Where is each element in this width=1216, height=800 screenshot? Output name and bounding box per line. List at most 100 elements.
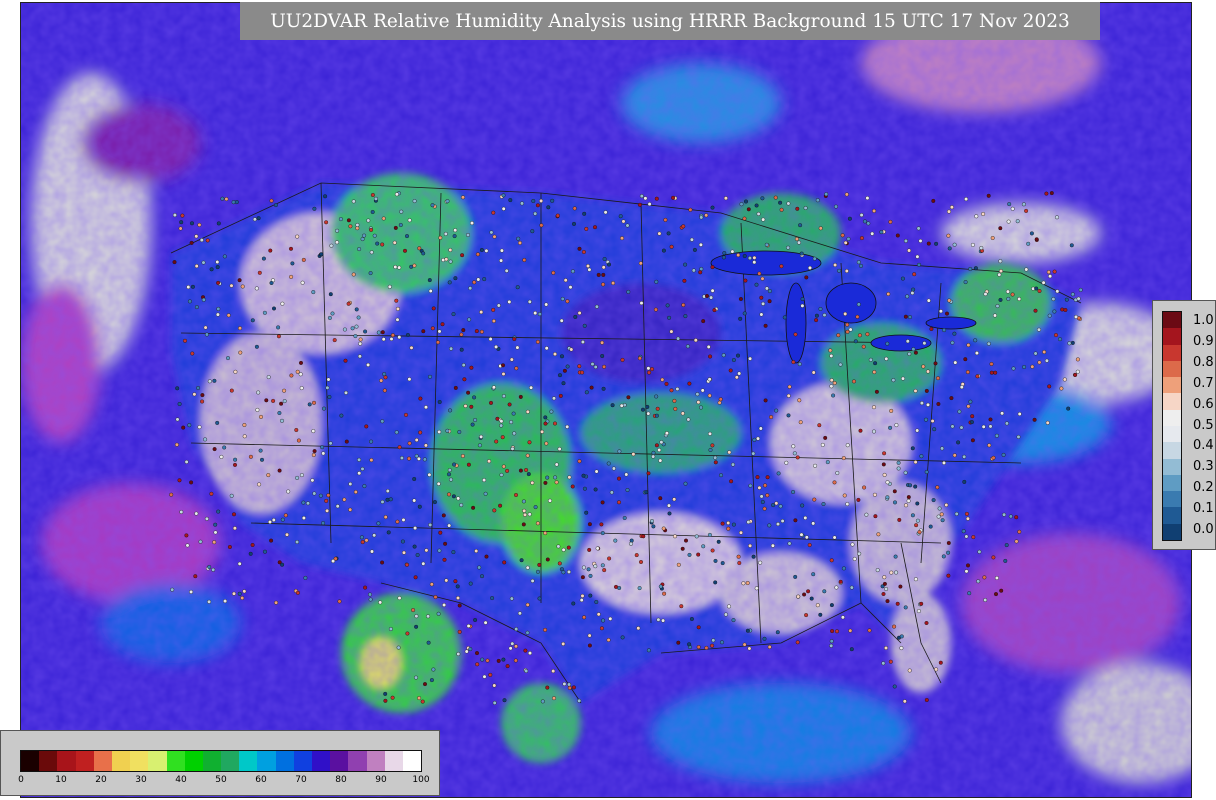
station-dot (870, 231, 875, 236)
station-dot (983, 292, 988, 297)
station-dot (698, 242, 703, 247)
station-dot (804, 613, 809, 618)
station-dot (949, 205, 954, 210)
station-dot (475, 651, 480, 656)
station-dot (748, 356, 753, 361)
station-dot (348, 507, 353, 512)
station-dot (928, 524, 933, 529)
station-dot (428, 289, 433, 294)
station-dot (460, 454, 465, 459)
station-dot (867, 628, 872, 633)
station-dot (888, 219, 893, 224)
station-dot (505, 468, 510, 473)
station-dot (366, 218, 371, 223)
station-dot (351, 272, 356, 277)
station-dot (393, 265, 398, 270)
station-dot (269, 538, 274, 543)
station-dot (916, 609, 921, 614)
station-dot (818, 307, 823, 312)
station-dot (186, 285, 191, 290)
station-dot (298, 372, 303, 377)
station-dot (460, 253, 465, 258)
station-dot (301, 257, 306, 262)
station-dot (708, 431, 713, 436)
station-dot (535, 203, 540, 208)
station-dot (651, 450, 656, 455)
station-dot (600, 563, 605, 568)
station-dot (529, 385, 534, 390)
station-dot (312, 449, 317, 454)
station-dot (650, 367, 655, 372)
station-dot (565, 364, 570, 369)
station-dot (242, 434, 247, 439)
station-dot (492, 508, 497, 513)
obs-colorbar-tick-label: 0.4 (1193, 438, 1214, 454)
station-dot (386, 530, 391, 535)
station-dot (537, 562, 542, 567)
station-dot (557, 561, 562, 566)
station-dot (353, 490, 358, 495)
station-dot (588, 593, 593, 598)
station-dot (600, 500, 605, 505)
station-dot (301, 500, 306, 505)
relative-humidity-colorbar: 0 10 20 30 40 50 60 70 80 90 100 (0, 730, 440, 796)
station-dot (924, 388, 929, 393)
station-dot (1037, 360, 1042, 365)
rh-colorbar-tick-label: 40 (175, 775, 187, 785)
station-dot (900, 276, 905, 281)
station-dot (705, 294, 710, 299)
station-dot (505, 664, 510, 669)
station-dot (667, 503, 672, 508)
station-dot (363, 585, 368, 590)
station-dot (832, 535, 837, 540)
station-dot (477, 443, 482, 448)
station-dot (524, 468, 529, 473)
station-dot (179, 510, 184, 515)
rh-colorbar-segment (366, 751, 385, 771)
station-dot (942, 328, 947, 333)
station-dot (449, 346, 454, 351)
station-dot (910, 291, 915, 296)
station-dot (617, 500, 622, 505)
station-dot (795, 640, 800, 645)
station-dot (294, 428, 299, 433)
station-dot (617, 449, 622, 454)
station-dot (342, 497, 347, 502)
station-dot (913, 577, 918, 582)
station-dot (577, 311, 582, 316)
station-dot (491, 307, 496, 312)
station-dot (428, 522, 433, 527)
station-dot (895, 601, 900, 606)
station-dot (683, 314, 688, 319)
station-dot (421, 329, 426, 334)
station-dot (232, 526, 237, 531)
station-dot (815, 603, 820, 608)
station-dot (710, 288, 715, 293)
station-dot (812, 256, 817, 261)
station-dot (689, 617, 694, 622)
station-dot (205, 238, 210, 243)
station-dot (977, 549, 982, 554)
station-dot (413, 526, 418, 531)
station-dot (509, 420, 514, 425)
station-dot (821, 502, 826, 507)
station-dot (524, 669, 529, 674)
station-dot (650, 519, 655, 524)
station-dot (445, 428, 450, 433)
station-dot (262, 549, 267, 554)
station-dot (301, 516, 306, 521)
station-dot (514, 493, 519, 498)
station-dot (184, 459, 189, 464)
station-dot (845, 502, 850, 507)
station-dot (562, 682, 567, 687)
station-dot (986, 341, 991, 346)
station-dot (682, 278, 687, 283)
station-dot (411, 608, 416, 613)
station-dot (761, 301, 766, 306)
station-dot (680, 411, 685, 416)
station-dot (427, 472, 432, 477)
station-dot (720, 640, 725, 645)
station-dot (577, 459, 582, 464)
station-dot (295, 369, 300, 374)
station-dot (400, 539, 405, 544)
